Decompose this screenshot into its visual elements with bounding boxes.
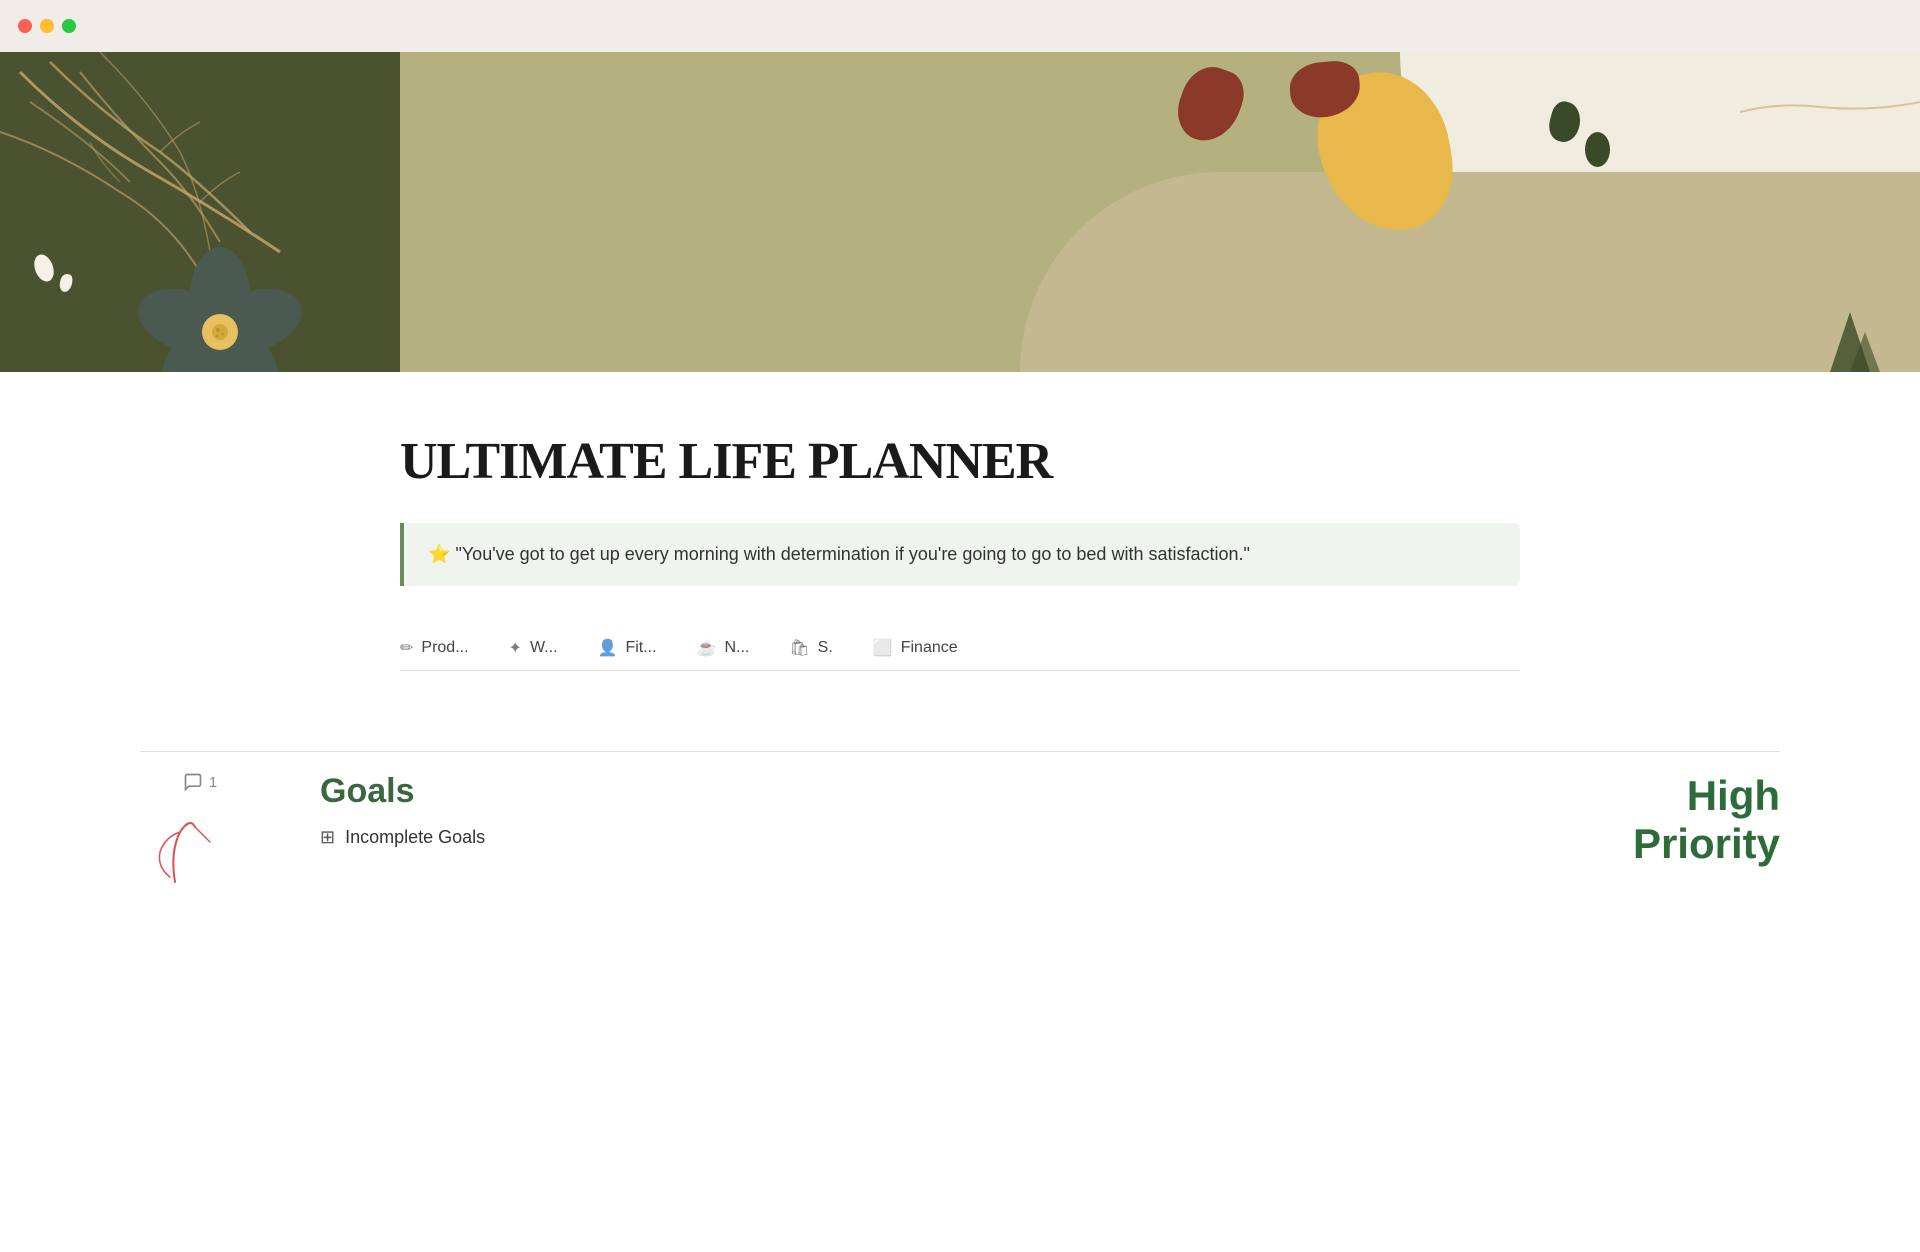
tab-nutrition[interactable]: ☕ N... [697, 626, 790, 670]
tab-productivity-label: Prod... [421, 639, 468, 657]
quote-block: ⭐ "You've got to get up every morning wi… [400, 523, 1520, 586]
finance-icon: ⬜ [873, 638, 893, 658]
tab-wellness[interactable]: ✦ W... [509, 626, 598, 670]
high-priority-text: High Priority [1633, 772, 1780, 869]
comment-icon [183, 772, 203, 792]
quote-emoji: ⭐ [428, 544, 450, 564]
red-shape-1 [1169, 59, 1251, 150]
maximize-button[interactable] [62, 19, 76, 33]
tab-productivity[interactable]: ✏ Prod... [400, 626, 509, 670]
tab-finance[interactable]: ⬜ Finance [873, 626, 998, 670]
minimize-button[interactable] [40, 19, 54, 33]
top-right-line [1720, 82, 1920, 142]
hero-banner [0, 52, 1920, 372]
tab-shopping-label: S. [818, 639, 833, 657]
productivity-icon: ✏ [400, 638, 413, 658]
wellness-icon: ✦ [509, 638, 522, 658]
nav-tabs: ✏ Prod... ✦ W... 👤 Fit... ☕ N... 🛍 S. ⬜ [400, 626, 1520, 671]
comment-count: 1 [209, 774, 217, 791]
page-title: ULTIMATE LIFE PLANNER [400, 432, 1520, 491]
tab-finance-label: Finance [901, 639, 958, 657]
window-chrome [0, 0, 1920, 52]
incomplete-goals-row[interactable]: ⊞ Incomplete Goals [320, 827, 1573, 848]
tab-fitness[interactable]: 👤 Fit... [598, 626, 697, 670]
close-button[interactable] [18, 19, 32, 33]
quote-content: "You've got to get up every morning with… [455, 544, 1249, 564]
goals-section: Goals ⊞ Incomplete Goals [320, 772, 1573, 848]
fitness-icon: 👤 [598, 638, 618, 658]
bottom-right-shapes [1820, 292, 1880, 372]
page-content: ULTIMATE LIFE PLANNER ⭐ "You've got to g… [260, 372, 1660, 751]
tab-nutrition-label: N... [724, 639, 749, 657]
shopping-icon: 🛍 [789, 638, 809, 658]
table-icon: ⊞ [320, 827, 335, 848]
nutrition-icon: ☕ [697, 638, 717, 658]
tab-wellness-label: W... [530, 639, 558, 657]
hero-tan-curve [1020, 172, 1920, 372]
dark-green-shape-2 [1585, 132, 1610, 167]
tab-shopping[interactable]: 🛍 S. [789, 626, 872, 670]
sketch-decoration [155, 812, 245, 902]
priority-line2: Priority [1633, 820, 1780, 867]
goals-title: Goals [320, 772, 1573, 811]
bottom-section: 1 Goals ⊞ Incomplete Goals High Priority [0, 752, 1920, 922]
hero-middle-panel [400, 52, 1920, 372]
tab-fitness-label: Fit... [625, 639, 656, 657]
hero-left-panel [0, 52, 400, 372]
priority-line1: High [1687, 772, 1780, 819]
quote-text: ⭐ "You've got to get up every morning wi… [428, 541, 1496, 568]
comment-count-wrap[interactable]: 1 [183, 772, 217, 792]
comment-area: 1 [140, 772, 260, 902]
high-priority-section: High Priority [1633, 772, 1780, 869]
main-content: ULTIMATE LIFE PLANNER ⭐ "You've got to g… [0, 52, 1920, 922]
flower-decoration [120, 182, 320, 372]
incomplete-goals-label: Incomplete Goals [345, 827, 485, 848]
